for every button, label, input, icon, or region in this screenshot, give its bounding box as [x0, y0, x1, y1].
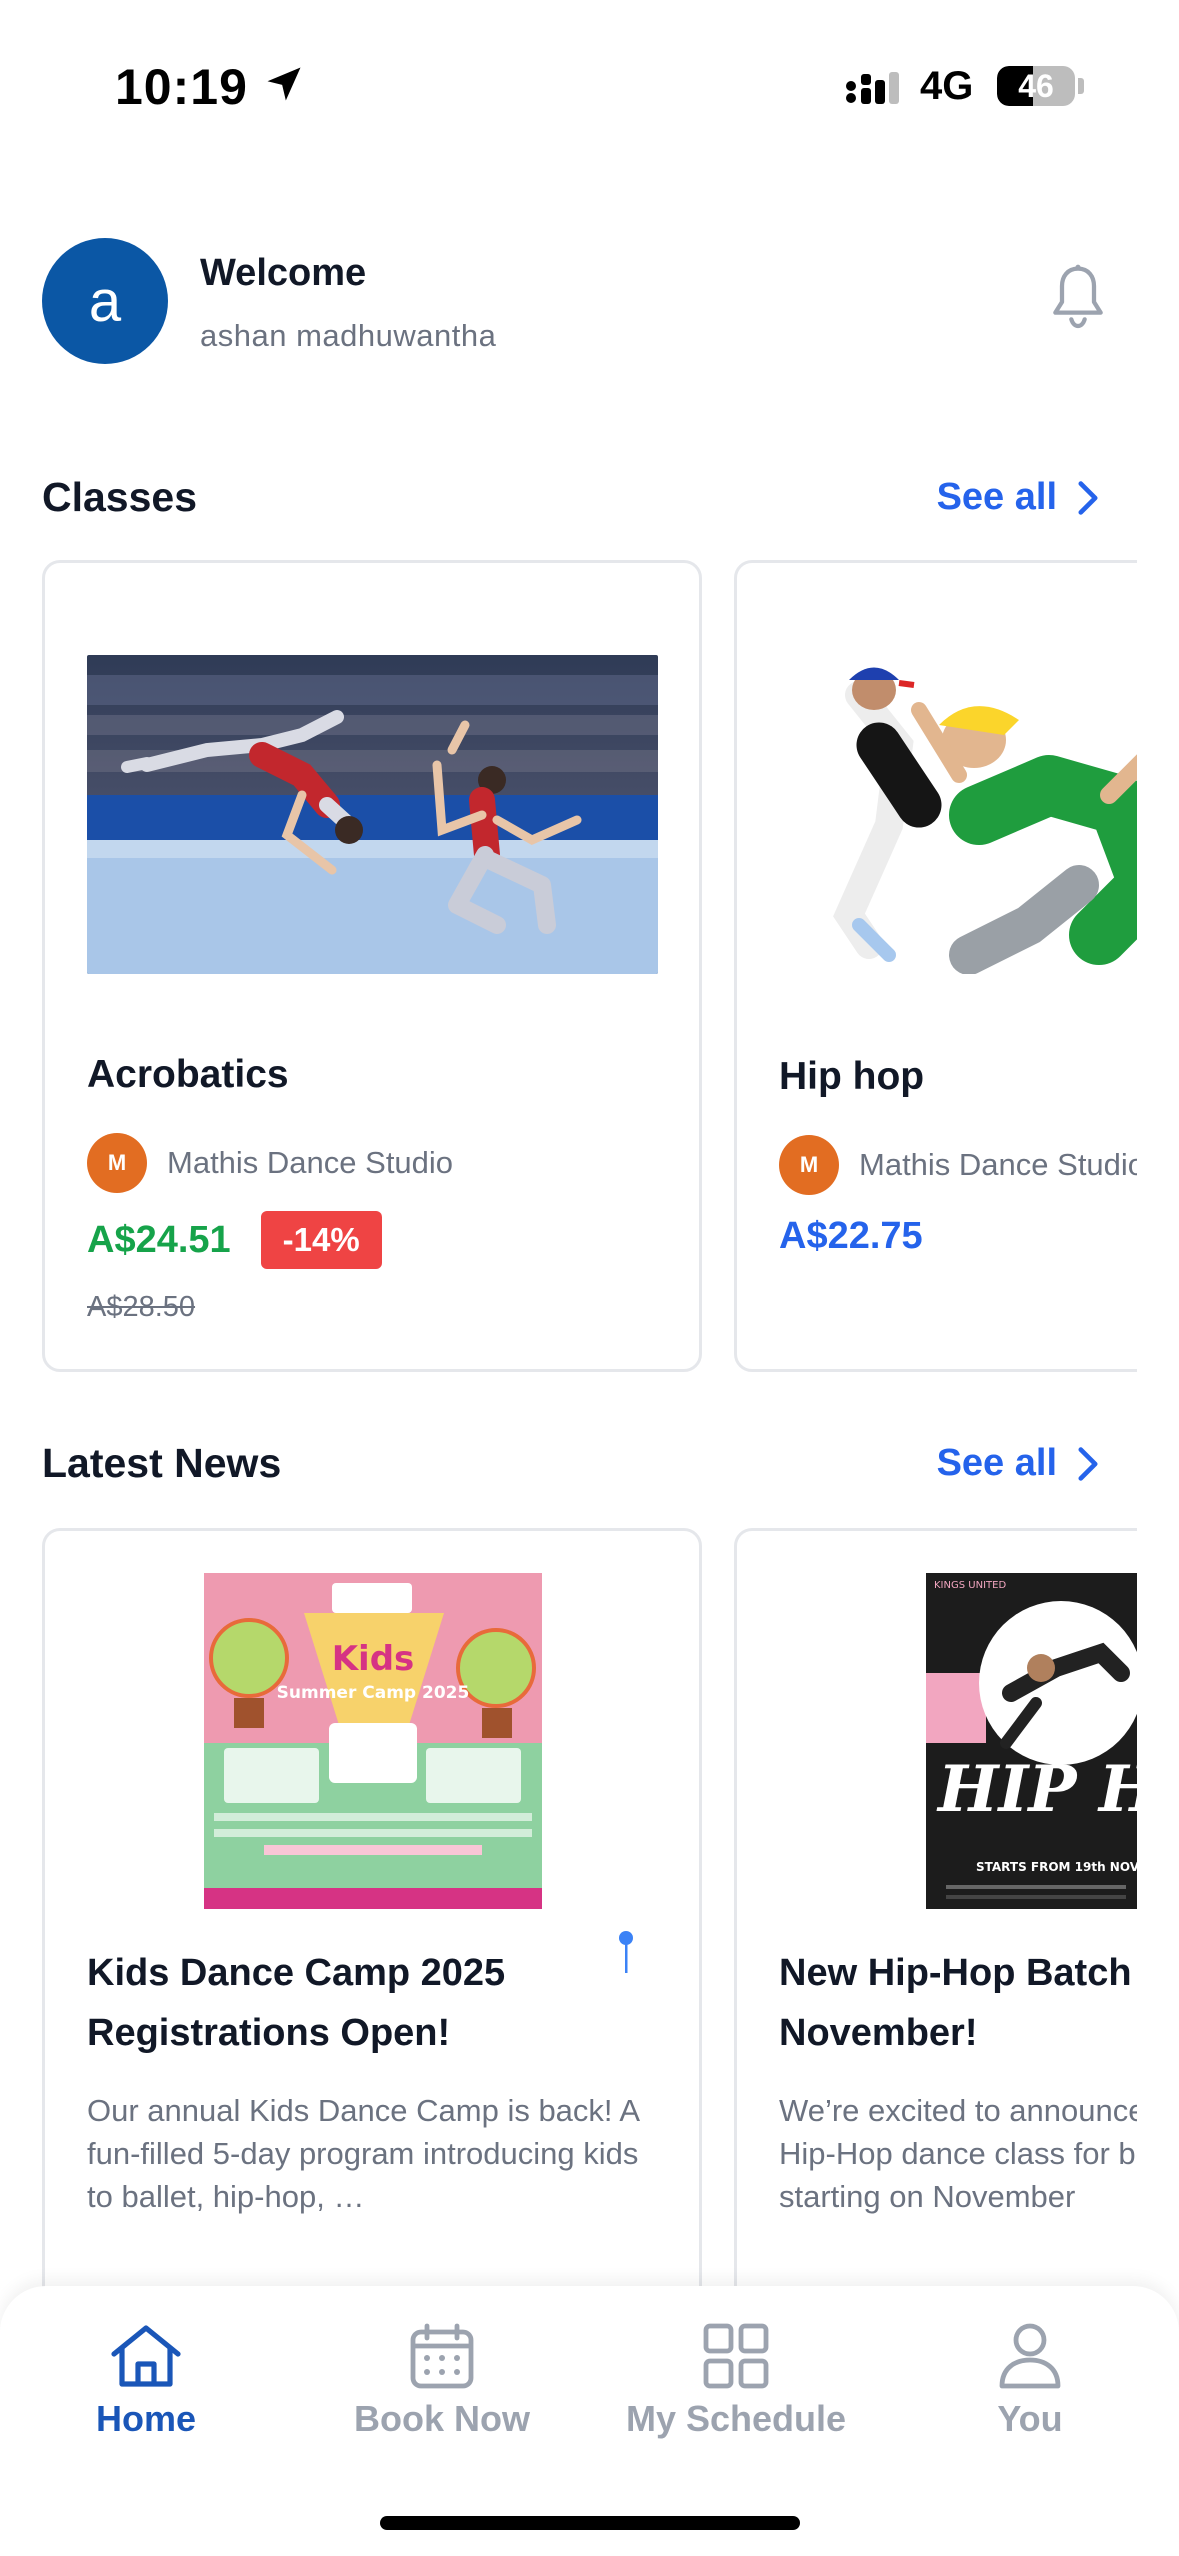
calendar-icon: [410, 2323, 474, 2389]
studio-avatar: M: [779, 1135, 839, 1195]
status-bar: 10:19 4G 46: [0, 0, 1179, 150]
nav-home[interactable]: Home: [26, 2322, 266, 2440]
classes-section-title: Classes: [42, 474, 198, 520]
see-all-label: See all: [936, 1442, 1057, 1484]
poster-headline: HIP HOP: [936, 1752, 1137, 1827]
news-title: New Hip-Hop Batch This November!: [779, 1952, 1137, 2054]
welcome-heading: Welcome: [200, 252, 367, 294]
class-title: Acrobatics: [87, 1053, 289, 1096]
nav-label: My Schedule: [625, 2398, 847, 2439]
nav-label: Home: [95, 2398, 197, 2439]
poster-headline: Kids: [332, 1639, 415, 1679]
battery-cap: [1078, 78, 1084, 94]
news-see-all-button[interactable]: See all: [937, 1442, 1099, 1485]
classes-see-all-button[interactable]: See all: [937, 476, 1099, 519]
poster-brand: KINGS UNITED: [934, 1580, 1006, 1591]
home-indicator[interactable]: [380, 2516, 800, 2530]
class-card[interactable]: Hip hop M Mathis Dance Studio A$22.75: [734, 560, 1137, 1372]
news-section-title: Latest News: [42, 1440, 282, 1486]
poster-subtitle: Summer Camp 2025: [277, 1683, 470, 1703]
news-card[interactable]: KINGS UNITED HIP HOP STARTS FROM 19th NO…: [734, 1528, 1137, 2288]
studio-row: M Mathis Dance Studio: [779, 1135, 1137, 1195]
nav-label: Book Now: [354, 2398, 530, 2439]
studio-name: Mathis Dance Studio: [859, 1147, 1137, 1182]
see-all-label: See all: [936, 476, 1057, 518]
price-row: A$22.75: [779, 1215, 923, 1258]
status-time: 10:19: [115, 59, 248, 115]
studio-avatar: M: [87, 1133, 147, 1193]
avatar[interactable]: a: [42, 238, 168, 364]
news-title: Kids Dance Camp 2025 Registrations Open!: [87, 1952, 506, 2054]
nav-book-now[interactable]: Book Now: [322, 2322, 562, 2440]
home-icon: [111, 2325, 181, 2387]
nav-you[interactable]: You: [910, 2322, 1150, 2440]
class-image: [779, 655, 1137, 974]
user-icon: [999, 2323, 1061, 2389]
class-title: Hip hop: [779, 1055, 925, 1098]
news-image: KINGS UNITED HIP HOP STARTS FROM 19th NO…: [926, 1573, 1137, 1909]
nav-label: You: [997, 2398, 1063, 2439]
battery-level: 46: [1018, 68, 1054, 104]
price-row: A$24.51 -14%: [87, 1211, 382, 1269]
news-carousel[interactable]: Kids Summer Camp 2025 Kids Dance Camp 20…: [0, 1528, 1137, 2288]
chevron-right-icon: [1078, 1446, 1098, 1481]
nav-my-schedule[interactable]: My Schedule: [616, 2322, 856, 2440]
class-image: [87, 655, 658, 974]
discount-badge: -14%: [260, 1211, 382, 1269]
poster-footer: STARTS FROM 19th NOVEMBER: [976, 1860, 1137, 1874]
class-price: A$24.51: [87, 1218, 231, 1261]
signal-icon: [846, 72, 899, 104]
news-description: Our annual Kids Dance Camp is back! A fu…: [87, 2093, 639, 2214]
class-price: A$22.75: [779, 1215, 923, 1257]
old-price: A$28.50: [87, 1291, 196, 1323]
news-card[interactable]: Kids Summer Camp 2025 Kids Dance Camp 20…: [42, 1528, 702, 2288]
location-arrow-icon: [267, 67, 301, 101]
battery-icon: 46: [997, 66, 1075, 106]
class-card[interactable]: Acrobatics M Mathis Dance Studio A$24.51…: [42, 560, 702, 1372]
news-image: Kids Summer Camp 2025: [204, 1573, 542, 1909]
grid-icon: [703, 2323, 769, 2389]
pin-icon: [619, 1931, 633, 1973]
classes-carousel[interactable]: Acrobatics M Mathis Dance Studio A$24.51…: [0, 560, 1137, 1375]
network-type: 4G: [920, 64, 974, 108]
chevron-right-icon: [1078, 480, 1098, 515]
username: ashan madhuwantha: [200, 318, 497, 353]
news-description: We’re excited to announce a brand-new Hi…: [779, 2093, 1137, 2214]
studio-name: Mathis Dance Studio: [167, 1145, 454, 1180]
bell-icon[interactable]: [1046, 262, 1110, 334]
studio-row: M Mathis Dance Studio: [87, 1133, 453, 1193]
